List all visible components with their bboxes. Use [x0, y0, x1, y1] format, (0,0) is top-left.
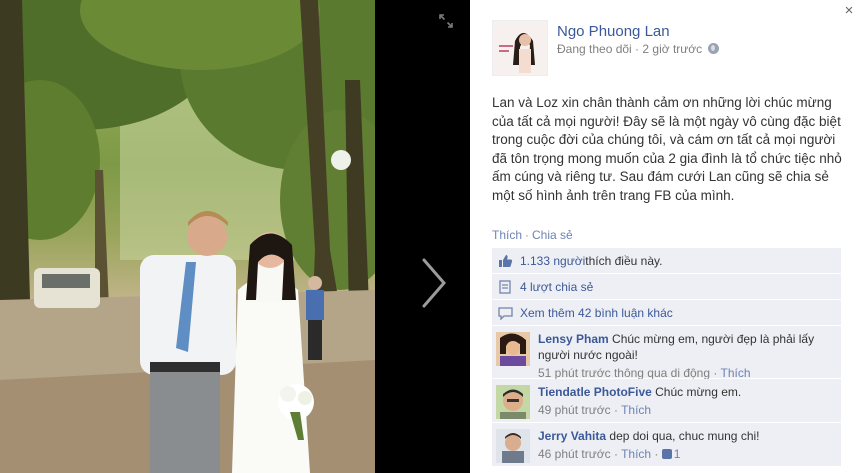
wedding-photo[interactable] — [0, 0, 375, 473]
photo-details-panel: × Ngo Phuong Lan Đang theo dõi · 2 giờ t… — [470, 0, 864, 473]
comment-like-number: 1 — [673, 447, 681, 461]
view-more-comments-link[interactable]: Xem thêm 42 bình luận khác — [520, 306, 673, 320]
separator-dot: · — [525, 228, 530, 242]
next-photo-button[interactable] — [412, 250, 454, 316]
post-actions: Thích · Chia sẻ — [492, 228, 573, 242]
share-icon — [498, 279, 513, 294]
comment-body: Tiendatle PhotoFive Chúc mừng em. — [538, 384, 835, 400]
commenter-avatar-image — [496, 385, 530, 419]
comment-item: Tiendatle PhotoFive Chúc mừng em. 49 phú… — [492, 379, 841, 423]
comment-time[interactable]: 51 phút trước thông qua di động — [538, 366, 710, 380]
thumbs-up-icon — [661, 449, 672, 459]
comment-body: Jerry Vahita dep doi qua, chuc mung chi! — [538, 428, 835, 444]
poster-avatar[interactable] — [492, 20, 548, 76]
comment-item: Lensy Pham Chúc mừng em, người đẹp là ph… — [492, 326, 841, 380]
comment-author[interactable]: Tiendatle PhotoFive — [538, 385, 652, 399]
thumbs-up-icon — [498, 254, 513, 268]
comment-icon — [498, 306, 513, 321]
post-header: Ngo Phuong Lan Đang theo dõi · 2 giờ trư… — [492, 20, 844, 80]
comment-author[interactable]: Lensy Pham — [538, 332, 609, 346]
comment-like-count[interactable]: 1 — [661, 447, 681, 461]
comment-like-link[interactable]: Thích — [621, 403, 651, 417]
share-link[interactable]: Chia sẻ — [532, 228, 573, 242]
view-more-row: Xem thêm 42 bình luận khác — [492, 300, 841, 326]
comment-text: Chúc mừng em. — [655, 385, 742, 399]
chevron-right-icon — [422, 258, 446, 308]
globe-icon[interactable] — [707, 43, 719, 54]
likes-count[interactable]: 1.133 người — [520, 254, 585, 268]
post-meta: Đang theo dõi · 2 giờ trước — [557, 42, 719, 56]
commenter-avatar[interactable] — [496, 385, 530, 419]
comment-body: Lensy Pham Chúc mừng em, người đẹp là ph… — [538, 331, 835, 363]
share-glyph — [499, 279, 511, 294]
comment-like-link[interactable]: Thích — [720, 366, 750, 380]
expand-glyph — [439, 14, 453, 28]
comment-text: dep doi qua, chuc mung chi! — [609, 429, 760, 443]
likes-suffix: thích điều này. — [585, 253, 663, 268]
commenter-avatar[interactable] — [496, 429, 530, 463]
comment-meta: 46 phút trước · Thích · 1 — [538, 447, 681, 461]
post-meta-text: Đang theo dõi · 2 giờ trước — [557, 42, 703, 56]
comment-item: Jerry Vahita dep doi qua, chuc mung chi!… — [492, 423, 841, 467]
shares-link[interactable]: 4 lượt chia sẻ — [520, 280, 593, 294]
commenter-avatar-image — [496, 429, 530, 463]
poster-name[interactable]: Ngo Phuong Lan — [557, 23, 670, 40]
thumbs-up-glyph — [499, 254, 513, 267]
feedback-box: 1.133 người thích điều này. 4 lượt chia … — [492, 248, 841, 467]
photo-illustration — [0, 0, 375, 473]
comment-author[interactable]: Jerry Vahita — [538, 429, 606, 443]
expand-icon[interactable] — [438, 14, 454, 30]
comment-like-link[interactable]: Thích — [621, 447, 651, 461]
commenter-avatar[interactable] — [496, 332, 530, 366]
close-icon[interactable]: × — [842, 3, 856, 18]
comment-glyph — [498, 306, 513, 321]
poster-avatar-image — [493, 21, 547, 75]
likes-row: 1.133 người thích điều này. — [492, 248, 841, 274]
commenter-avatar-image — [496, 332, 530, 366]
post-text: Lan và Loz xin chân thành cảm ơn những l… — [492, 95, 842, 203]
comment-meta: 49 phút trước · Thích — [538, 403, 652, 417]
photo-viewer — [0, 0, 470, 473]
comment-time[interactable]: 49 phút trước — [538, 403, 611, 417]
comment-time[interactable]: 46 phút trước — [538, 447, 611, 461]
shares-row: 4 lượt chia sẻ — [492, 274, 841, 300]
like-link[interactable]: Thích — [492, 228, 522, 242]
